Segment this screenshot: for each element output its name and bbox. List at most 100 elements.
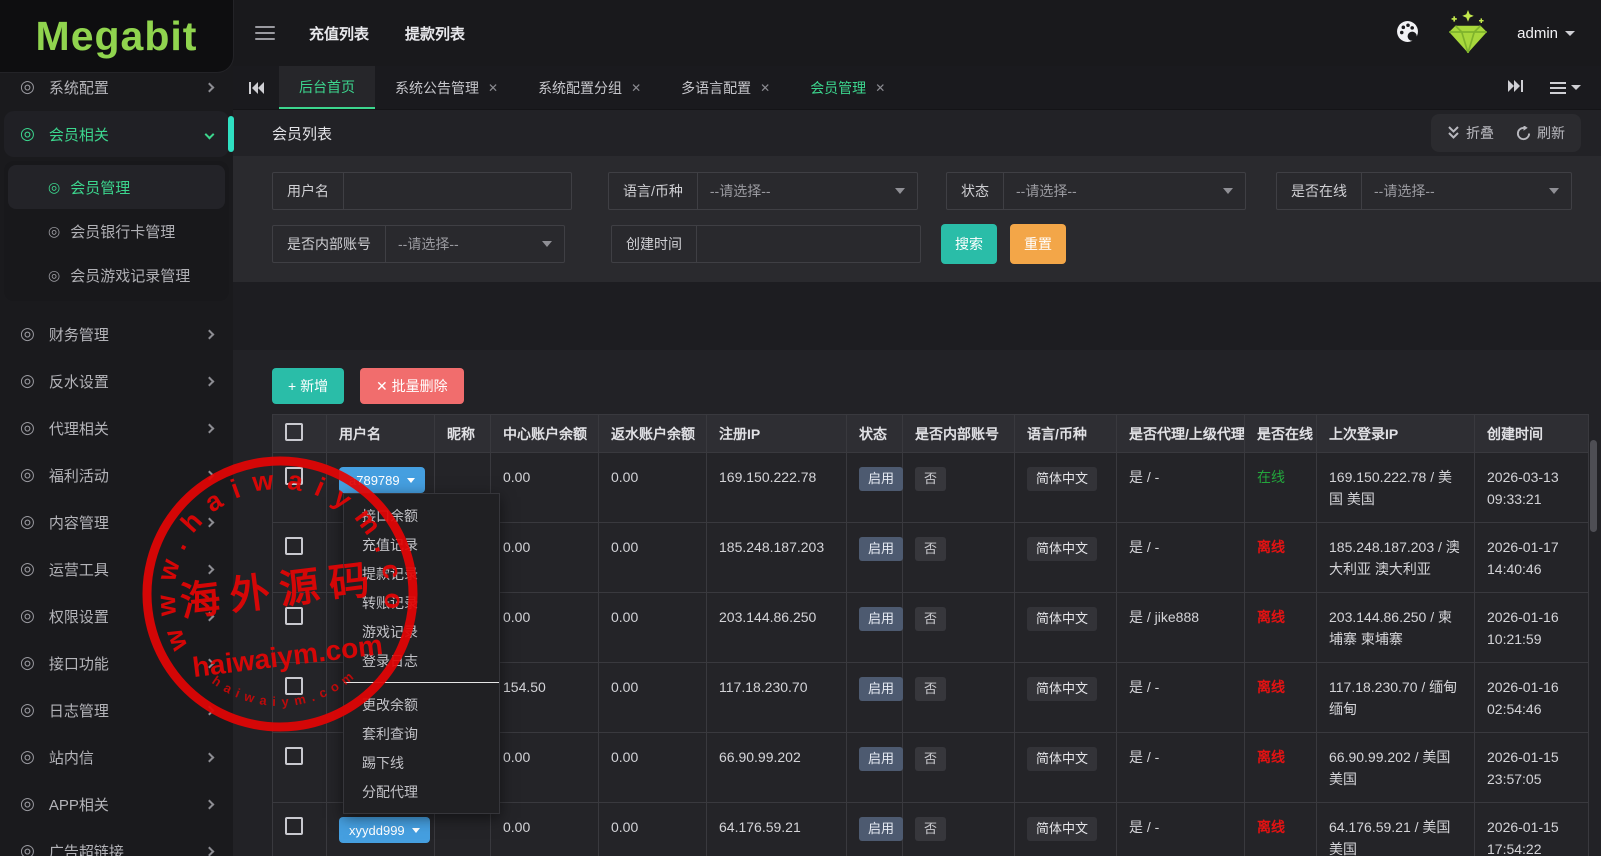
menu-item-transfer-records[interactable]: 转账记录	[344, 588, 499, 617]
tab-close-icon[interactable]: ✕	[760, 82, 770, 94]
language-badge: 简体中文	[1027, 607, 1098, 631]
sidebar-submenu-member: ◎ 会员管理 ◎ 会员银行卡管理 ◎ 会员游戏记录管理	[4, 161, 229, 301]
sidebar-item-member-management[interactable]: ◎ 会员管理	[8, 165, 225, 209]
internal-select[interactable]: --请选择--	[386, 226, 542, 262]
sidebar-item-finance[interactable]: ◎ 财务管理	[4, 311, 229, 357]
chevron-down-icon	[411, 827, 420, 833]
row-checkbox[interactable]	[285, 537, 303, 555]
sidebar-item-member-bankcard[interactable]: ◎ 会员银行卡管理	[8, 209, 225, 253]
menu-item-api-balance[interactable]: 接口余额	[344, 501, 499, 530]
select-all-checkbox[interactable]	[285, 423, 303, 441]
sidebar-item-logs[interactable]: ◎ 日志管理	[4, 687, 229, 733]
reset-button[interactable]: 重置	[1010, 224, 1066, 264]
sidebar-item-operation-tools[interactable]: ◎ 运营工具	[4, 546, 229, 592]
tab-close-icon[interactable]: ✕	[488, 82, 498, 94]
row-checkbox[interactable]	[285, 817, 303, 835]
theme-palette-icon[interactable]	[1396, 20, 1419, 46]
menu-item-arbitrage-query[interactable]: 套利查询	[344, 719, 499, 748]
username-input[interactable]	[344, 173, 571, 209]
table-header-row: 用户名 昵称 中心账户余额 返水账户余额 注册IP 状态 是否内部账号 语言/币…	[272, 414, 1589, 453]
tab-list-menu-icon[interactable]	[1550, 81, 1581, 94]
sidebar-item-member-related[interactable]: ◎ 会员相关	[4, 111, 234, 157]
page-title: 会员列表	[272, 125, 333, 143]
internal-badge: 否	[915, 467, 947, 491]
panel-actions: 折叠 刷新	[1431, 114, 1581, 152]
circle-icon: ◎	[20, 465, 35, 484]
batch-delete-button[interactable]: ✕ 批量删除	[359, 368, 464, 404]
chevron-right-icon	[204, 658, 215, 668]
circle-icon: ◎	[20, 841, 35, 856]
status-badge: 启用	[859, 467, 904, 491]
chevron-down-icon	[542, 226, 564, 262]
menu-item-recharge-records[interactable]: 充值记录	[344, 530, 499, 559]
hamburger-icon[interactable]	[255, 26, 275, 40]
sidebar-item-api-functions[interactable]: ◎ 接口功能	[4, 640, 229, 686]
tab-system-config-groups[interactable]: 系统配置分组 ✕	[518, 66, 661, 109]
sidebar-item-permissions[interactable]: ◎ 权限设置	[4, 593, 229, 639]
vertical-scrollbar[interactable]	[1590, 440, 1597, 532]
refresh-button[interactable]: 刷新	[1516, 123, 1565, 143]
status-select[interactable]: --请选择--	[1004, 173, 1223, 209]
user-menu[interactable]: admin	[1517, 25, 1575, 42]
menu-item-assign-agent[interactable]: 分配代理	[344, 777, 499, 806]
sidebar-item-agent[interactable]: ◎ 代理相关	[4, 405, 229, 451]
tab-dashboard[interactable]: 后台首页	[279, 66, 375, 109]
sidebar-item-site-mail[interactable]: ◎ 站内信	[4, 734, 229, 780]
chevron-right-icon	[204, 564, 215, 574]
username-button[interactable]: a789789	[339, 467, 425, 493]
online-select[interactable]: --请选择--	[1362, 173, 1549, 209]
username-label: admin	[1517, 24, 1558, 42]
add-button[interactable]: + 新增	[272, 368, 345, 404]
chevron-right-icon	[204, 705, 215, 715]
language-select[interactable]: --请选择--	[698, 173, 895, 209]
created-time-input[interactable]	[697, 226, 920, 262]
row-checkbox[interactable]	[285, 747, 303, 765]
sidebar-item-welfare[interactable]: ◎ 福利活动	[4, 452, 229, 498]
chevron-down-icon	[895, 173, 917, 209]
menu-item-game-records[interactable]: 游戏记录	[344, 617, 499, 646]
circle-icon: ◎	[20, 77, 35, 96]
tab-scroll-right-icon[interactable]	[1507, 78, 1524, 97]
avatar-diamond-icon[interactable]	[1445, 9, 1491, 58]
top-nav: 充值列表 提款列表	[309, 23, 465, 44]
internal-badge: 否	[915, 537, 947, 561]
chevron-right-icon	[204, 82, 215, 92]
nav-item-recharge-list[interactable]: 充值列表	[309, 23, 369, 44]
sidebar-item-ad-links[interactable]: ◎ 广告超链接	[4, 828, 229, 856]
status-badge: 启用	[859, 817, 904, 841]
tab-close-icon[interactable]: ✕	[875, 82, 885, 94]
sidebar-item-content[interactable]: ◎ 内容管理	[4, 499, 229, 545]
tab-member-management[interactable]: 会员管理 ✕	[790, 66, 905, 109]
tab-multilanguage-config[interactable]: 多语言配置 ✕	[661, 66, 790, 109]
username-button[interactable]: xyydd999	[339, 817, 430, 843]
username-filter: 用户名	[272, 172, 572, 210]
row-checkbox[interactable]	[285, 677, 303, 695]
menu-item-change-balance[interactable]: 更改余额	[344, 690, 499, 719]
collapse-button[interactable]: 折叠	[1447, 123, 1494, 143]
circle-icon: ◎	[20, 418, 35, 437]
search-button[interactable]: 搜索	[941, 224, 997, 264]
menu-item-login-logs[interactable]: 登录日志	[344, 646, 499, 675]
chevron-right-icon	[204, 376, 215, 386]
internal-badge: 否	[915, 747, 947, 771]
circle-icon: ◎	[20, 371, 35, 390]
menu-item-kick-offline[interactable]: 踢下线	[344, 748, 499, 777]
circle-icon: ◎	[48, 266, 61, 283]
circle-icon: ◎	[20, 794, 35, 813]
logo: Megabit	[35, 12, 198, 59]
status-filter: 状态 --请选择--	[946, 172, 1246, 210]
chevron-right-icon	[204, 517, 215, 527]
menu-item-withdraw-records[interactable]: 提款记录	[344, 559, 499, 588]
tab-system-announcements[interactable]: 系统公告管理 ✕	[375, 66, 518, 109]
internal-badge: 否	[915, 607, 947, 631]
nav-item-withdraw-list[interactable]: 提款列表	[405, 23, 465, 44]
status-badge: 启用	[859, 677, 904, 701]
row-checkbox[interactable]	[285, 607, 303, 625]
row-checkbox[interactable]	[285, 467, 303, 485]
sidebar-item-rebate[interactable]: ◎ 反水设置	[4, 358, 229, 404]
tab-scroll-left-icon[interactable]	[233, 66, 279, 109]
main-content: 会员列表 折叠 刷新 用户名 语言/币种 --请选择-- 状态 --请选择-- …	[233, 110, 1601, 856]
tab-close-icon[interactable]: ✕	[631, 82, 641, 94]
sidebar-item-member-game-records[interactable]: ◎ 会员游戏记录管理	[8, 253, 225, 297]
sidebar-item-app[interactable]: ◎ APP相关	[4, 781, 229, 827]
